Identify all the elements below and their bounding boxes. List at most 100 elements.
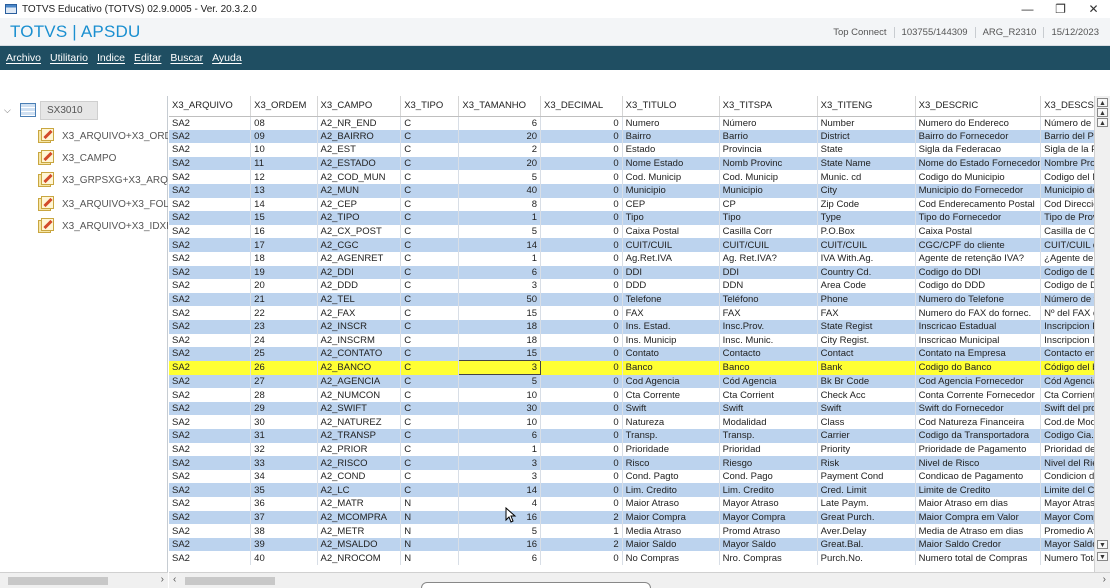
- table-cell[interactable]: Nomb Provinc: [719, 156, 818, 171]
- table-cell[interactable]: A2_INSCRM: [317, 333, 402, 348]
- table-row[interactable]: SA2 19 A2_DDI C 6 0 DDI DDI Country Cd. Codigo do…: [169, 265, 1094, 280]
- table-row[interactable]: SA2 40 A2_NROCOM N 6 0 No Compras Nro. Compras P…: [169, 551, 1094, 565]
- menu-utilitario[interactable]: Utilitario: [50, 52, 88, 64]
- table-cell[interactable]: 0: [540, 388, 623, 402]
- table-cell[interactable]: A2_AGENCIA: [317, 374, 402, 389]
- table-cell[interactable]: 18: [250, 251, 318, 266]
- table-cell[interactable]: Maior Saldo Credor: [915, 537, 1042, 552]
- table-cell[interactable]: SA2: [169, 292, 252, 307]
- scroll-up-icon[interactable]: ▲: [1097, 118, 1108, 127]
- table-cell[interactable]: C: [400, 347, 460, 361]
- table-cell[interactable]: Municipio del Prov: [1040, 183, 1094, 198]
- table-cell[interactable]: 0: [540, 156, 623, 171]
- table-cell[interactable]: Numero do FAX do fornec.: [915, 306, 1042, 320]
- menu-ayuda[interactable]: Ayuda: [212, 52, 242, 64]
- table-cell[interactable]: A2_TEL: [317, 292, 402, 307]
- table-cell[interactable]: 30: [458, 401, 542, 416]
- table-cell[interactable]: C: [400, 143, 460, 157]
- table-cell[interactable]: Ins. Estad.: [622, 319, 720, 334]
- table-cell[interactable]: Bank: [817, 360, 916, 375]
- table-cell[interactable]: C: [400, 360, 460, 375]
- tree-index-item[interactable]: X3_GRPSXG+X3_ARQUIVO: [38, 168, 168, 192]
- table-cell[interactable]: Tipo do Fornecedor: [915, 211, 1042, 225]
- table-cell[interactable]: Código del banco: [1040, 360, 1094, 375]
- table-cell[interactable]: 0: [540, 143, 623, 157]
- table-row[interactable]: SA2 35 A2_LC C 14 0 Lim. Credito Lim. Credito Cr…: [169, 483, 1094, 498]
- chevron-left-icon[interactable]: ‹: [173, 574, 176, 585]
- table-cell[interactable]: 32: [250, 442, 318, 457]
- menu-buscar[interactable]: Buscar: [170, 52, 203, 64]
- table-cell[interactable]: Cod Agencia: [622, 374, 720, 389]
- table-cell[interactable]: 5: [458, 374, 542, 389]
- table-cell[interactable]: Caixa Postal: [915, 224, 1042, 239]
- table-cell[interactable]: Limite del Credito: [1040, 483, 1094, 498]
- table-cell[interactable]: C: [400, 429, 460, 443]
- table-cell[interactable]: 1: [540, 524, 623, 538]
- table-cell[interactable]: A2_COD_MUN: [317, 170, 402, 184]
- table-cell[interactable]: Codigo do Banco: [915, 360, 1042, 375]
- table-cell[interactable]: Contact: [817, 347, 916, 361]
- table-cell[interactable]: SA2: [169, 497, 252, 511]
- tree-horizontal-scrollbar[interactable]: ›: [0, 572, 168, 588]
- table-cell[interactable]: 0: [540, 306, 623, 320]
- table-cell[interactable]: C: [400, 183, 460, 198]
- table-cell[interactable]: SA2: [169, 238, 252, 252]
- table-cell[interactable]: Cod Natureza Financeira: [915, 415, 1042, 430]
- table-cell[interactable]: Estado: [622, 143, 720, 157]
- table-cell[interactable]: Conta Corrente Fornecedor: [915, 388, 1042, 402]
- table-cell[interactable]: Bairro: [622, 129, 720, 144]
- table-cell[interactable]: SA2: [169, 429, 252, 443]
- table-cell[interactable]: C: [400, 415, 460, 430]
- table-cell[interactable]: 18: [458, 333, 542, 348]
- table-cell[interactable]: 8: [458, 197, 542, 212]
- table-row[interactable]: SA2 39 A2_MSALDO N 16 2 Maior Saldo Mayor Saldo…: [169, 537, 1094, 552]
- table-cell[interactable]: 15: [458, 306, 542, 320]
- table-cell[interactable]: 6: [458, 551, 542, 565]
- table-cell[interactable]: Mayor Compra: [719, 510, 818, 525]
- table-cell[interactable]: SA2: [169, 483, 252, 498]
- table-cell[interactable]: 2: [540, 510, 623, 525]
- table-cell[interactable]: Prioridade: [622, 442, 720, 457]
- table-cell[interactable]: C: [400, 265, 460, 280]
- table-cell[interactable]: CEP: [622, 197, 720, 212]
- table-cell[interactable]: Banco: [719, 360, 818, 375]
- column-header-x3-descspa[interactable]: X3_DESCSPA: [1040, 96, 1094, 117]
- table-cell[interactable]: Lim. Credito: [719, 483, 818, 498]
- table-row[interactable]: SA2 24 A2_INSCRM C 18 0 Ins. Municip Insc. Muni…: [169, 333, 1094, 348]
- table-cell[interactable]: P.O.Box: [817, 224, 916, 239]
- table-cell[interactable]: Numero Total de C: [1040, 551, 1094, 565]
- table-cell[interactable]: 6: [458, 429, 542, 443]
- table-cell[interactable]: CUIT/CUIL: [622, 238, 720, 252]
- table-row[interactable]: SA2 11 A2_ESTADO C 20 0 Nome Estado Nomb Provin…: [169, 156, 1094, 171]
- table-cell[interactable]: 38: [250, 524, 318, 538]
- table-cell[interactable]: FAX: [622, 306, 720, 320]
- scroll-up-icon[interactable]: ▲: [1097, 108, 1108, 117]
- table-cell[interactable]: 0: [540, 497, 623, 511]
- table-cell[interactable]: A2_TIPO: [317, 211, 402, 225]
- tree-root-sx3010[interactable]: ⌵ SX3010: [4, 100, 164, 120]
- chevron-right-icon[interactable]: ›: [1103, 574, 1106, 585]
- table-cell[interactable]: Inscricao Municipal: [915, 333, 1042, 348]
- table-cell[interactable]: Cod Agencia Fornecedor: [915, 374, 1042, 389]
- scroll-down-icon[interactable]: ▼: [1097, 540, 1108, 549]
- table-cell[interactable]: 36: [250, 497, 318, 511]
- table-cell[interactable]: 39: [250, 537, 318, 552]
- table-cell[interactable]: Contacto: [719, 347, 818, 361]
- chevron-right-icon[interactable]: ›: [161, 574, 164, 585]
- table-row[interactable]: SA2 32 A2_PRIOR C 1 0 Prioridade Prioridad Prior…: [169, 442, 1094, 457]
- table-cell[interactable]: Nivel de Risco: [915, 456, 1042, 470]
- column-header-x3-tipo[interactable]: X3_TIPO: [400, 96, 460, 117]
- table-cell[interactable]: 14: [458, 238, 542, 252]
- table-cell[interactable]: SA2: [169, 183, 252, 198]
- table-cell[interactable]: C: [400, 456, 460, 470]
- table-cell[interactable]: SA2: [169, 251, 252, 266]
- table-cell[interactable]: City: [817, 183, 916, 198]
- table-cell[interactable]: A2_MSALDO: [317, 537, 402, 552]
- table-cell[interactable]: SA2: [169, 156, 252, 171]
- table-cell[interactable]: Mayor Compra en V: [1040, 510, 1094, 525]
- table-cell[interactable]: SA2: [169, 374, 252, 389]
- table-cell[interactable]: SA2: [169, 197, 252, 212]
- table-cell[interactable]: 0: [540, 251, 623, 266]
- table-cell[interactable]: 27: [250, 374, 318, 389]
- table-cell[interactable]: 0: [540, 415, 623, 430]
